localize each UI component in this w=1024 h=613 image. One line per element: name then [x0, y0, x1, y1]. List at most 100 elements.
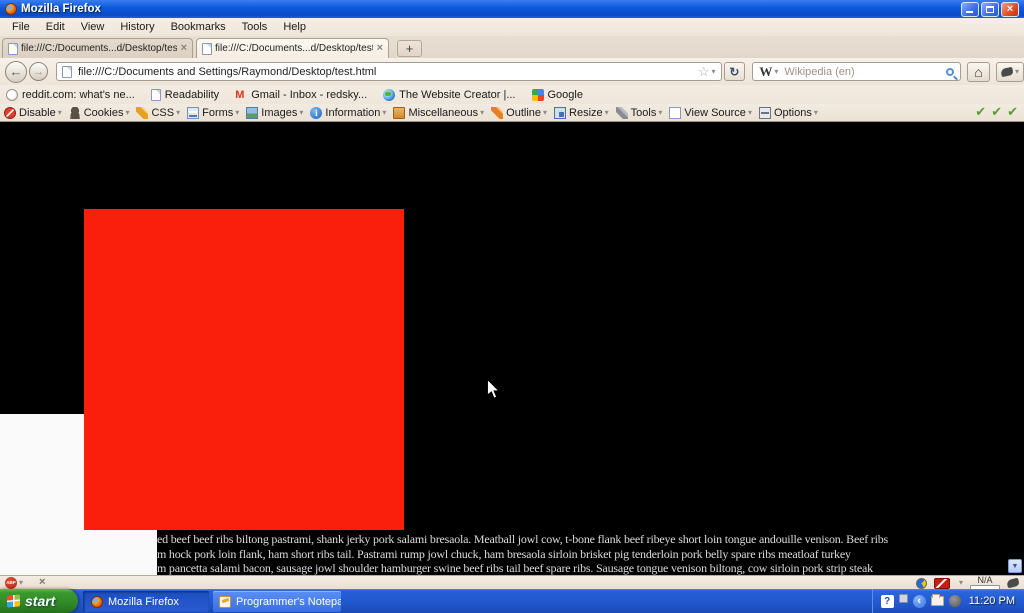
close-button[interactable]: × — [1001, 2, 1019, 17]
webdev-label: CSS — [151, 107, 174, 119]
globe-icon — [383, 89, 395, 101]
menu-view[interactable]: View — [73, 19, 113, 35]
bookmark-reddit[interactable]: reddit.com: what's ne... — [6, 89, 135, 101]
webdev-label: Options — [774, 107, 812, 119]
bookmark-website-creator[interactable]: The Website Creator |... — [383, 89, 515, 101]
new-tab-button[interactable]: + — [397, 40, 422, 57]
taskbar-button-programmers-notepad[interactable]: Programmer's Notepa... — [213, 591, 341, 612]
start-button[interactable]: start — [0, 589, 78, 613]
status-blocker-icon[interactable] — [934, 578, 950, 589]
chevron-down-icon: ▾ — [125, 109, 129, 117]
tab-close-icon[interactable]: × — [181, 43, 187, 54]
chevron-down-icon: ▾ — [480, 109, 484, 117]
folder-tray-icon[interactable] — [931, 596, 944, 606]
tab-close-icon[interactable]: × — [377, 43, 383, 54]
red-square — [84, 209, 404, 530]
search-engine-dropdown-icon[interactable]: ▾ — [774, 68, 778, 76]
resize-icon — [554, 107, 566, 119]
device-tray-icon[interactable] — [899, 594, 908, 603]
page-icon — [202, 43, 212, 55]
chevron-down-icon: ▾ — [605, 109, 609, 117]
scrollbar-down-button[interactable]: ▼ — [1008, 559, 1022, 573]
addon-bar-close-icon[interactable]: × — [39, 577, 45, 588]
collapse-chevron-icon[interactable]: ‹ — [913, 595, 926, 608]
webdev-outline[interactable]: Outline ▾ — [491, 107, 547, 119]
reload-button[interactable]: ↻ — [724, 62, 746, 81]
bookmark-gmail[interactable]: M Gmail - Inbox - redsky... — [235, 89, 367, 101]
body-text-line: ed beef beef ribs biltong pastrami, shan… — [157, 532, 888, 547]
menu-history[interactable]: History — [112, 19, 162, 35]
page-icon — [151, 89, 161, 101]
bookmark-label: The Website Creator |... — [399, 89, 515, 101]
close-icon: × — [1007, 4, 1013, 15]
webdev-miscellaneous[interactable]: Miscellaneous ▾ — [393, 107, 484, 119]
bookmark-google[interactable]: Google — [532, 89, 583, 101]
webdev-label: Tools — [631, 107, 657, 119]
images-icon — [246, 107, 258, 119]
webdev-information[interactable]: i Information ▾ — [310, 107, 386, 119]
cookies-icon — [69, 107, 81, 119]
url-bar[interactable]: file:///C:/Documents and Settings/Raymon… — [56, 62, 722, 81]
menu-help[interactable]: Help — [275, 19, 314, 35]
help-tray-icon[interactable]: ? — [881, 595, 894, 608]
forward-button[interactable]: → — [29, 62, 48, 81]
home-button[interactable]: ⌂ — [967, 62, 990, 82]
search-bar[interactable]: W ▾ Wikipedia (en) — [752, 62, 961, 81]
menu-bookmarks[interactable]: Bookmarks — [163, 19, 234, 35]
window-controls: × — [961, 2, 1019, 17]
back-button[interactable]: ← — [5, 61, 27, 83]
adblock-plus-icon[interactable]: ABP — [5, 577, 17, 589]
search-icon[interactable] — [946, 68, 954, 76]
chevron-down-icon[interactable]: ▾ — [959, 579, 963, 587]
menu-edit[interactable]: Edit — [38, 19, 73, 35]
adblock-dropdown-icon[interactable]: ▾ — [19, 579, 23, 587]
status-globe-icon[interactable] — [916, 578, 927, 589]
options-icon — [759, 107, 771, 119]
chevron-down-icon: ▾ — [299, 109, 303, 117]
webdev-label: View Source — [684, 107, 746, 119]
webdev-forms[interactable]: Forms ▾ — [187, 107, 239, 119]
webdev-cookies[interactable]: Cookies ▾ — [69, 107, 130, 119]
site-identity-icon — [62, 66, 72, 78]
tab-2-active[interactable]: file:///C:/Documents...d/Desktop/test.ht… — [196, 38, 389, 58]
extension-button[interactable]: ▾ — [996, 62, 1024, 82]
bookmark-star-icon[interactable]: ☆ — [698, 65, 710, 78]
minimize-icon — [966, 11, 973, 13]
bookmark-label: Google — [548, 89, 583, 101]
chevron-down-icon: ▾ — [748, 109, 752, 117]
back-arrow-icon: ← — [10, 64, 23, 79]
status-extension-icon[interactable] — [1006, 578, 1020, 589]
clock: 11:20 PM — [969, 595, 1015, 607]
forms-icon — [187, 107, 199, 119]
webdev-label: Disable — [19, 107, 56, 119]
webdev-view-source[interactable]: View Source ▾ — [669, 107, 752, 119]
na-status-label: N/A — [977, 576, 992, 585]
webdev-tools[interactable]: Tools ▾ — [616, 107, 663, 119]
tab-1[interactable]: file:///C:/Documents...d/Desktop/test.ht… — [2, 38, 193, 58]
webdev-label: Miscellaneous — [408, 107, 478, 119]
chevron-down-icon: ▾ — [543, 109, 547, 117]
down-arrow-icon: ▼ — [1012, 563, 1019, 570]
webdev-css[interactable]: CSS ▾ — [136, 107, 180, 119]
restore-button[interactable] — [981, 2, 999, 17]
webdev-resize[interactable]: Resize ▾ — [554, 107, 609, 119]
menu-tools[interactable]: Tools — [234, 19, 276, 35]
minimize-button[interactable] — [961, 2, 979, 17]
taskbar: start Mozilla Firefox Programmer's Notep… — [0, 589, 1024, 613]
bookmark-readability[interactable]: Readability — [151, 89, 219, 101]
wikipedia-engine-icon[interactable]: W — [759, 65, 772, 78]
webdev-label: Cookies — [84, 107, 124, 119]
webdev-images[interactable]: Images ▾ — [246, 107, 303, 119]
taskbar-button-label: Programmer's Notepa... — [236, 596, 341, 608]
check-icon: ✔ — [975, 105, 986, 119]
menu-file[interactable]: File — [4, 19, 38, 35]
disable-icon — [4, 107, 16, 119]
taskbar-button-firefox[interactable]: Mozilla Firefox — [83, 591, 209, 612]
chevron-down-icon: ▾ — [382, 109, 386, 117]
outline-pencil-icon — [491, 107, 503, 119]
volume-tray-icon[interactable] — [949, 595, 961, 607]
webdev-disable[interactable]: Disable ▾ — [4, 107, 62, 119]
firefox-logo-icon — [91, 596, 103, 608]
webdev-options[interactable]: Options ▾ — [759, 107, 818, 119]
url-dropdown-icon[interactable]: ▾ — [712, 68, 716, 76]
